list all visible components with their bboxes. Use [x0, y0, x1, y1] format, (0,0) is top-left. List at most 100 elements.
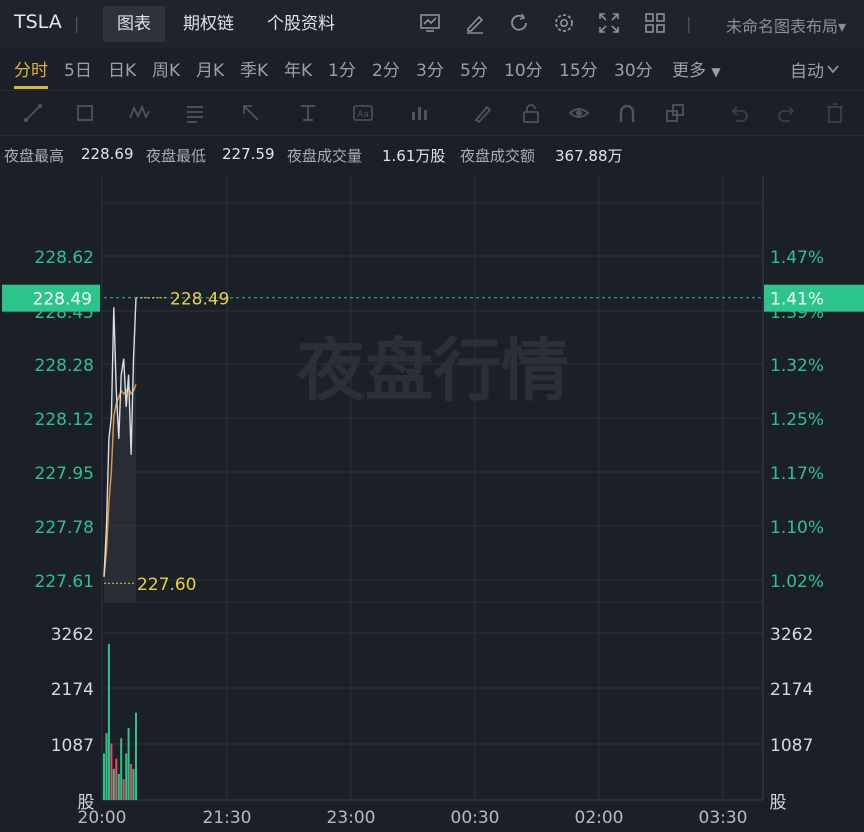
plot-area	[102, 175, 763, 800]
x-tick-label: 03:30	[699, 808, 748, 828]
text-icon[interactable]: Aa	[352, 102, 374, 124]
current-percent-tag-label: 1.41%	[770, 290, 824, 310]
percent-tick-label: 1.10%	[770, 518, 824, 538]
chevron-down-icon[interactable]	[826, 62, 840, 76]
gear-icon[interactable]	[553, 12, 575, 34]
layers-icon[interactable]	[664, 102, 686, 124]
period-1min[interactable]: 1分	[328, 56, 356, 81]
volume-label: 夜盘成交量	[287, 147, 363, 165]
auto-scale-dropdown[interactable]: 自动	[790, 57, 824, 82]
divider: |	[686, 14, 692, 33]
drawing-toolbar: Aa	[0, 90, 864, 136]
current-price-tag-label: 228.49	[33, 290, 92, 310]
tab-profile[interactable]: 个股资料	[253, 11, 349, 37]
low-label: 夜盘最低	[146, 147, 207, 165]
amount-value: 367.88万	[555, 147, 623, 165]
redo-icon[interactable]	[776, 102, 798, 124]
layout-label: 未命名图表布局	[725, 17, 838, 36]
divider: |	[74, 14, 80, 33]
svg-text:Aa: Aa	[357, 110, 369, 120]
indicator-icon[interactable]	[419, 12, 441, 34]
period-3min[interactable]: 3分	[416, 56, 444, 81]
tab-chart[interactable]: 图表	[103, 6, 165, 42]
low-value: 227.59	[222, 145, 275, 163]
top-bar: TSLA | 图表 期权链 个股资料 | 未命名图表布局▾	[0, 0, 864, 49]
rectangle-icon[interactable]	[74, 102, 96, 124]
x-tick-label: 02:00	[575, 808, 624, 828]
caret-down-icon: ▾	[837, 17, 846, 36]
caret-down-icon: ▼	[711, 65, 721, 79]
volume-bar	[125, 753, 128, 800]
period-more-label: 更多	[672, 61, 706, 81]
period-bar: 分时 5日 日K 周K 月K 季K 年K 1分 2分 3分 5分 10分 15分…	[0, 48, 864, 90]
period-10min[interactable]: 10分	[504, 56, 543, 81]
pen-icon[interactable]	[472, 102, 494, 124]
volume-tick-label: 1087	[770, 736, 813, 756]
volume-tick-label: 1087	[51, 736, 94, 756]
refresh-icon[interactable]	[508, 12, 530, 34]
undo-icon[interactable]	[728, 102, 750, 124]
volume-bar	[122, 779, 125, 800]
period-week[interactable]: 周K	[152, 56, 180, 81]
period-30min[interactable]: 30分	[614, 56, 653, 81]
price-tick-label: 227.61	[35, 572, 94, 592]
percent-tick-label: 1.32%	[770, 356, 824, 376]
percent-tick-label: 1.25%	[770, 410, 824, 430]
volume-bar	[120, 738, 123, 800]
low-marker-label: 227.60	[137, 575, 196, 595]
period-month[interactable]: 月K	[196, 56, 224, 81]
volume-tick-label: 2174	[770, 680, 813, 700]
lock-icon[interactable]	[520, 102, 542, 124]
price-tick-label: 228.12	[35, 410, 94, 430]
symbol-label[interactable]: TSLA	[14, 11, 62, 33]
high-marker-label: 228.49	[170, 290, 229, 310]
magnet-icon[interactable]	[616, 102, 638, 124]
volume-bar	[110, 743, 113, 800]
amount-label: 夜盘成交额	[460, 147, 536, 165]
layout-dropdown[interactable]: 未命名图表布局▾	[726, 13, 846, 37]
arrow-icon[interactable]	[240, 102, 262, 124]
vertical-line-icon[interactable]	[297, 102, 319, 124]
volume-bar	[112, 768, 115, 800]
wave-icon[interactable]	[128, 102, 150, 124]
price-tick-label: 228.28	[35, 356, 94, 376]
x-tick-label: 20:00	[78, 808, 127, 828]
percent-tick-label: 1.47%	[770, 248, 824, 268]
period-2min[interactable]: 2分	[372, 56, 400, 81]
period-more[interactable]: 更多 ▼	[672, 56, 721, 81]
trend-line-icon[interactable]	[22, 102, 44, 124]
volume-value: 1.61万股	[382, 147, 446, 165]
volume-tick-label: 2174	[51, 680, 94, 700]
percent-tick-label: 1.02%	[770, 572, 824, 592]
active-period-underline	[14, 86, 48, 89]
volume-unit-label: 股	[770, 793, 787, 813]
bar-chart-icon[interactable]	[408, 102, 430, 124]
period-15min[interactable]: 15分	[559, 56, 598, 81]
eye-icon[interactable]	[568, 102, 590, 124]
grid-layout-icon[interactable]	[644, 12, 666, 34]
high-label: 夜盘最高	[4, 147, 65, 165]
x-tick-label: 00:30	[451, 808, 500, 828]
price-tick-label: 227.78	[35, 518, 94, 538]
volume-bar	[132, 768, 135, 800]
period-year[interactable]: 年K	[284, 56, 312, 81]
period-day[interactable]: 日K	[108, 56, 136, 81]
fib-icon[interactable]	[184, 102, 206, 124]
volume-bar	[115, 758, 118, 800]
volume-tick-label: 3262	[770, 625, 813, 645]
x-tick-label: 23:00	[327, 808, 376, 828]
percent-tick-label: 1.17%	[770, 464, 824, 484]
period-5min[interactable]: 5分	[460, 56, 488, 81]
period-quarter[interactable]: 季K	[240, 56, 268, 81]
intraday-chart[interactable]: 夜盘行情228.62228.45228.28228.12227.95227.78…	[0, 168, 864, 832]
volume-bar	[107, 643, 110, 800]
volume-bar	[105, 733, 108, 800]
period-5d[interactable]: 5日	[64, 56, 92, 81]
draw-icon[interactable]	[464, 12, 486, 34]
trash-icon[interactable]	[824, 102, 846, 124]
high-value: 228.69	[81, 145, 134, 163]
tab-options[interactable]: 期权链	[169, 11, 248, 37]
watermark: 夜盘行情	[296, 332, 569, 411]
fullscreen-icon[interactable]	[598, 12, 620, 34]
period-intraday[interactable]: 分时	[14, 56, 48, 81]
